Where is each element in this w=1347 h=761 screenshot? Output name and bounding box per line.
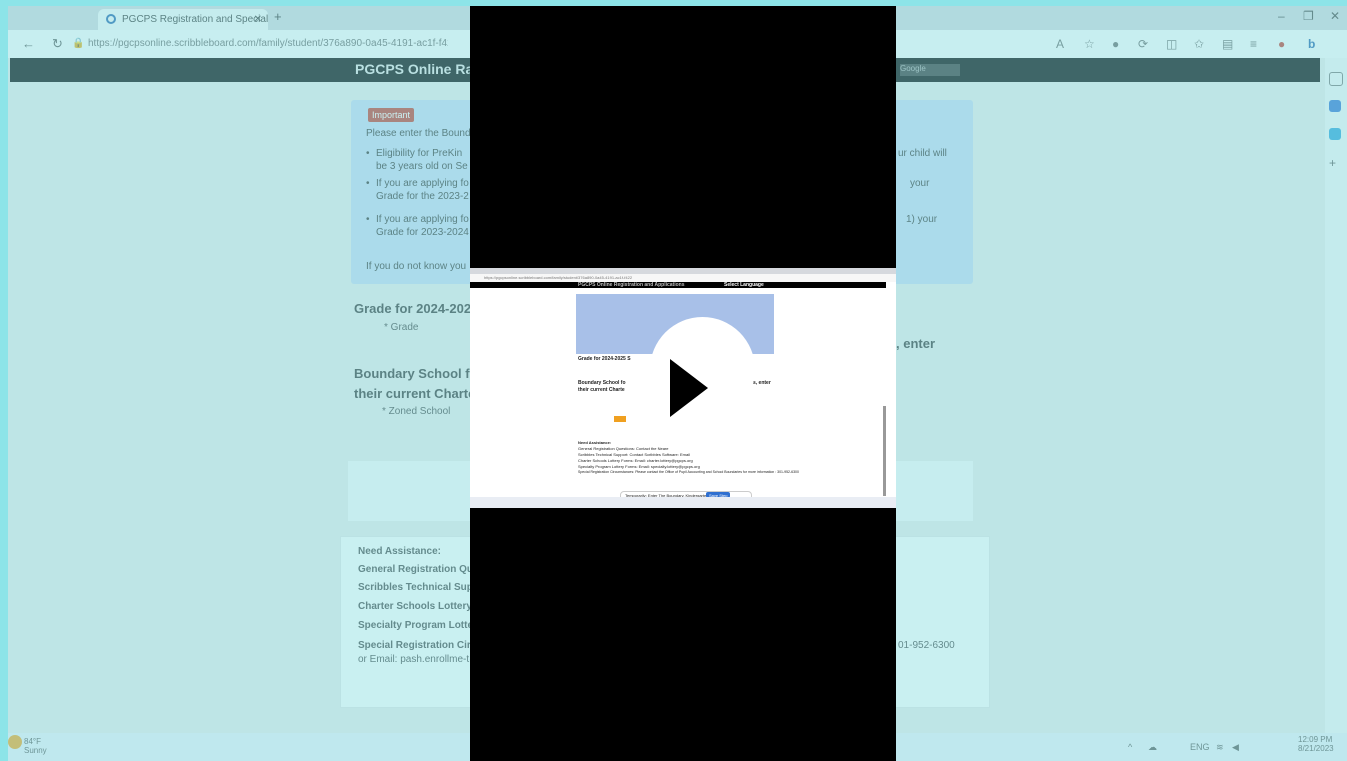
lock-icon: 🔒 bbox=[72, 38, 85, 49]
assistance-title: Need Assistance: bbox=[358, 546, 441, 557]
tab-title: PGCPS Registration and Special bbox=[122, 14, 268, 25]
thumb-line: Charter Schools Lottery Forms: Email: ch… bbox=[578, 458, 693, 463]
read-aloud-icon[interactable]: A bbox=[1056, 37, 1064, 51]
url-field[interactable]: https://pgcpsonline.scribbleboard.com/fa… bbox=[88, 35, 448, 53]
intro-text: Please enter the Boundar bbox=[366, 128, 480, 139]
bullet-text: Grade for 2023-2024 bbox=[376, 227, 469, 238]
clock-time: 12:09 PM bbox=[1298, 735, 1333, 744]
assistance-line: or Email: pash.enrollme-t@ bbox=[358, 654, 480, 665]
search-icon[interactable] bbox=[1329, 72, 1343, 86]
thumb-line: Special Registration Circumstances: Plea… bbox=[578, 470, 799, 474]
bullet-text: 1) your bbox=[906, 214, 938, 225]
bullet-text: ur child will bbox=[898, 148, 947, 159]
collections-icon[interactable]: ▤ bbox=[1222, 37, 1233, 51]
refresh-page-icon[interactable]: ⟳ bbox=[1138, 37, 1148, 51]
assistance-phone: 01-952-6300 bbox=[898, 640, 955, 651]
clock-date: 8/21/2023 bbox=[1298, 744, 1334, 753]
assistance-line: Charter Schools Lottery F bbox=[358, 601, 481, 612]
grade-heading: Grade for 2024-202 bbox=[354, 301, 472, 316]
thumb-yellow-button bbox=[614, 416, 626, 422]
thumb-select-language: Select Language bbox=[724, 282, 764, 288]
play-icon[interactable] bbox=[670, 359, 708, 417]
settings-icon[interactable]: ≡ bbox=[1250, 37, 1257, 51]
wifi-icon[interactable]: ≋ bbox=[1216, 742, 1224, 753]
back-arrow-icon[interactable]: ← bbox=[22, 36, 35, 51]
language-indicator[interactable]: ENG bbox=[1190, 742, 1210, 752]
weather-temp: 84°F bbox=[24, 737, 41, 746]
thumb-scrollbar bbox=[883, 406, 886, 496]
tab-close-icon[interactable]: ✕ bbox=[254, 9, 262, 30]
bullet-text: your bbox=[910, 178, 930, 189]
language-select[interactable]: Google bbox=[900, 64, 960, 76]
edge-sidebar: + bbox=[1325, 58, 1347, 738]
tray-chevron-icon[interactable]: ^ bbox=[1128, 742, 1132, 752]
clock[interactable]: 12:09 PM 8/21/2023 bbox=[1298, 735, 1334, 753]
thumb-boundary-heading: Boundary School fo bbox=[578, 380, 626, 386]
page-title: PGCPS Online Ra bbox=[355, 61, 474, 77]
assistance-line: Specialty Program Lottery bbox=[358, 620, 483, 631]
refresh-icon[interactable]: ↻ bbox=[52, 36, 63, 52]
weather-condition: Sunny bbox=[24, 746, 47, 755]
bullet-text: Eligibility for PreKin bbox=[366, 148, 462, 159]
weather-text[interactable]: 84°F Sunny bbox=[24, 737, 47, 755]
copilot-icon[interactable]: b bbox=[1308, 37, 1315, 51]
tray-icon[interactable]: ☁ bbox=[1148, 742, 1157, 753]
thumb-grade-heading: Grade for 2024-2025 S bbox=[578, 356, 631, 362]
weather-icon bbox=[8, 735, 22, 749]
tab-favicon-icon bbox=[106, 14, 116, 24]
assistance-line: General Registration Que bbox=[358, 564, 479, 575]
volume-icon[interactable]: ◀ bbox=[1232, 742, 1239, 753]
minimize-icon[interactable]: – bbox=[1278, 9, 1285, 23]
maximize-icon[interactable]: ❐ bbox=[1303, 9, 1314, 23]
bullet-text: If you are applying fo bbox=[366, 178, 469, 189]
unknown-note: If you do not know you bbox=[366, 261, 467, 272]
sidebar-app-icon[interactable] bbox=[1329, 100, 1341, 112]
boundary-heading-right: , enter bbox=[896, 336, 936, 351]
assistance-line: Scribbles Technical Supp bbox=[358, 582, 479, 593]
close-window-icon[interactable]: ✕ bbox=[1330, 9, 1340, 23]
thumb-header-title: PGCPS Online Registration and Applicatio… bbox=[578, 282, 685, 288]
browser-tab[interactable]: PGCPS Registration and Special ✕ bbox=[98, 9, 268, 30]
extension-icon[interactable]: ● bbox=[1112, 37, 1119, 51]
boundary-heading: Boundary School fo bbox=[354, 366, 478, 381]
charter-heading: their current Charte bbox=[354, 386, 476, 401]
thumb-taskbar bbox=[470, 497, 896, 508]
thumb-page-header: PGCPS Online Registration and Applicatio… bbox=[470, 282, 886, 288]
new-tab-icon[interactable]: + bbox=[274, 9, 282, 24]
profile-icon[interactable]: ● bbox=[1278, 37, 1285, 51]
favorites-icon[interactable]: ✩ bbox=[1194, 37, 1204, 51]
bullet-text: be 3 years old on Se bbox=[376, 161, 468, 172]
thumb-need-assistance: Need Assistance: bbox=[578, 440, 612, 445]
bullet-text: Grade for the 2023-2 bbox=[376, 191, 469, 202]
add-icon[interactable]: + bbox=[1329, 156, 1341, 170]
thumb-line: Scribbles Technical Support: Contact Scr… bbox=[578, 452, 690, 457]
zoned-school-label[interactable]: * Zoned School bbox=[382, 406, 450, 417]
thumb-boundary-heading-right: s, enter bbox=[753, 380, 771, 386]
grade-field-label[interactable]: * Grade bbox=[384, 322, 418, 333]
thumb-line: Specialty Program Lottery Forms: Email: … bbox=[578, 464, 700, 469]
favorite-star-icon[interactable]: ☆ bbox=[1084, 37, 1095, 51]
bullet-text: If you are applying fo bbox=[366, 214, 469, 225]
thumb-line: General Registration Questions: Contact … bbox=[578, 446, 669, 451]
thumb-address-bar: https://pgcpsonline.scribbleboard.com/fa… bbox=[470, 274, 896, 282]
thumb-charter-heading: their current Charte bbox=[578, 387, 625, 393]
split-screen-icon[interactable]: ◫ bbox=[1166, 37, 1177, 51]
important-badge: Important bbox=[368, 108, 415, 122]
assistance-line: Special Registration Circu bbox=[358, 640, 483, 651]
sidebar-app-icon[interactable] bbox=[1329, 128, 1341, 140]
